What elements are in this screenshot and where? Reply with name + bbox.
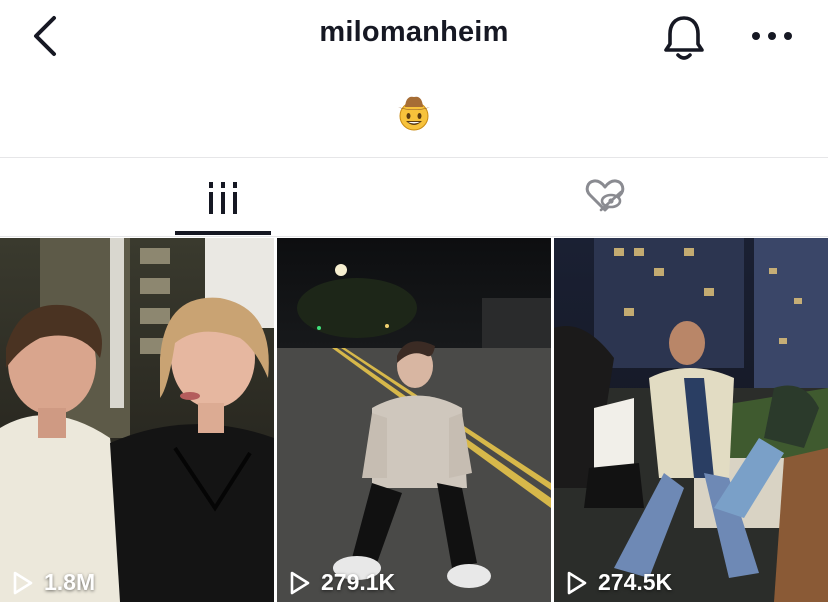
view-count: 279.1K — [321, 569, 396, 595]
liked-hidden-heart-icon — [585, 179, 625, 212]
tab-liked[interactable] — [414, 158, 828, 236]
view-count: 1.8M — [44, 569, 96, 595]
play-icon — [13, 571, 33, 594]
video-grid: 1.8M 279.1K 274.5K — [0, 238, 828, 602]
video-views: 1.8M — [12, 569, 95, 596]
bell-icon — [664, 16, 704, 60]
play-icon — [567, 571, 587, 594]
video-thumbnail[interactable]: 279.1K — [277, 238, 551, 602]
profile-tabs — [0, 158, 828, 236]
more-horizontal-icon — [752, 32, 792, 40]
video-views: 279.1K — [289, 569, 395, 596]
tab-videos[interactable] — [0, 158, 414, 236]
play-icon — [290, 571, 310, 594]
notifications-button[interactable] — [660, 12, 708, 62]
divider — [0, 236, 828, 237]
more-options-button[interactable] — [748, 22, 796, 50]
video-thumbnail[interactable]: 1.8M — [0, 238, 274, 602]
view-count: 274.5K — [598, 569, 673, 595]
grid-icon — [209, 182, 237, 214]
tab-selected-indicator — [175, 231, 271, 235]
video-thumbnail-image — [554, 238, 828, 602]
video-thumbnail[interactable]: 274.5K — [554, 238, 828, 602]
video-thumbnail-image — [0, 238, 274, 602]
video-views: 274.5K — [566, 569, 672, 596]
video-thumbnail-image — [277, 238, 551, 602]
profile-header: milomanheim — [0, 0, 828, 80]
cowboy-hat-face-emoji — [394, 92, 434, 132]
